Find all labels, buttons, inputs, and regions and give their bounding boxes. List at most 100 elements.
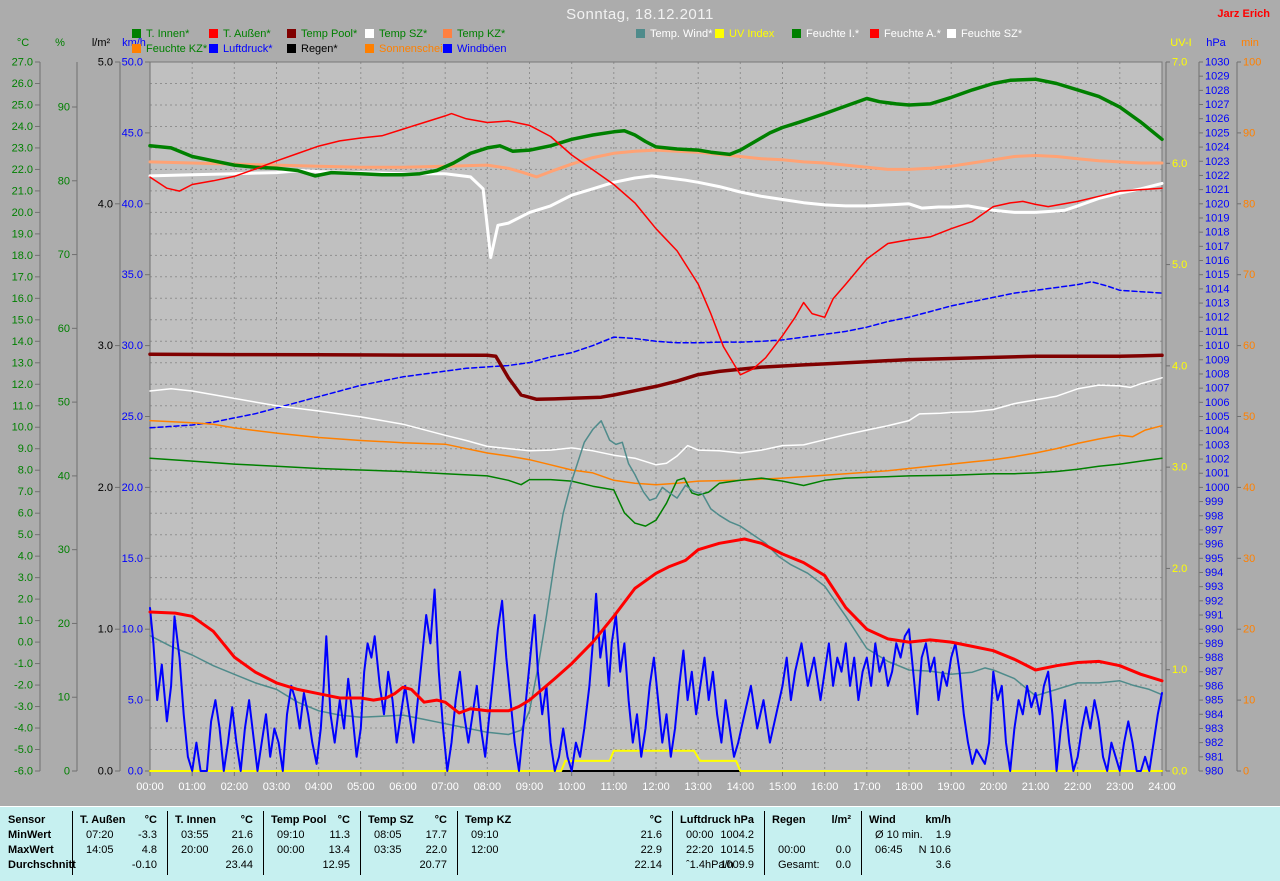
axis-label: 50.0	[122, 57, 143, 69]
legend-item-temp-wind-[interactable]: Temp. Wind*	[636, 28, 712, 40]
legend-item-temp-kz-[interactable]: Temp KZ*	[443, 28, 505, 40]
weather-chart: 27.0 26.0 25.0 24.0 23.0 22.0 21.0 20.0 19.0 18.0…	[12, 37, 1262, 793]
weather-day-view: Sonntag, 18.12.2011 Jarz Erich 27.0 26.0 2…	[0, 0, 1280, 881]
axis-label: 1022	[1205, 170, 1229, 182]
legend-item-feuchte-kz-[interactable]: Feuchte KZ*	[132, 43, 207, 55]
legend-item-regen-[interactable]: Regen*	[287, 43, 338, 55]
x-axis-label: 24:00	[1148, 781, 1176, 793]
axis-label: 999	[1205, 496, 1223, 508]
x-axis-label: 20:00	[980, 781, 1008, 793]
axis-label: 23.0	[12, 142, 33, 154]
axis-label: 35.0	[122, 269, 143, 281]
table-separator	[457, 811, 458, 875]
x-axis-label: 08:00	[474, 781, 502, 793]
axis-label: 13.0	[12, 357, 33, 369]
legend-swatch-icon	[209, 29, 218, 38]
legend-label: Feuchte I.*	[806, 27, 860, 40]
axis-label: 26.0	[12, 78, 33, 90]
axis-label: 1023	[1205, 156, 1229, 168]
table-cell: 1.9	[935, 829, 951, 841]
x-axis-label: 00:00	[136, 781, 164, 793]
legend-swatch-icon	[947, 29, 956, 38]
axis-label: 6.0	[18, 508, 33, 520]
table-separator	[764, 811, 765, 875]
axis-label: 1030	[1205, 57, 1229, 69]
axis-label: 100	[1243, 57, 1261, 69]
axis-label: 1019	[1205, 212, 1229, 224]
axis-label: 1.0	[18, 615, 33, 627]
axis-label: 1000	[1205, 482, 1229, 494]
axis-label: 1014	[1205, 283, 1229, 295]
axis-label: 11.0	[12, 400, 33, 412]
legend-item-luftdruck-[interactable]: Luftdruck*	[209, 43, 273, 55]
axis-label: 3.0	[1172, 462, 1187, 474]
table-col-unit: l/m²	[831, 814, 851, 826]
axis-label: 0	[64, 766, 70, 778]
table-separator	[263, 811, 264, 875]
axis-label: 9.0	[18, 443, 33, 455]
axis-label: 0.0	[1172, 766, 1187, 778]
table-cell: 21.6	[231, 829, 253, 841]
axis-label: 7.0	[1172, 57, 1187, 69]
axis-label: 1017	[1205, 241, 1229, 253]
table-cell: 20.77	[419, 859, 447, 871]
axis-label: 983	[1205, 723, 1223, 735]
legend-item-feuchte-a-[interactable]: Feuchte A.*	[870, 28, 941, 40]
x-axis-label: 19:00	[937, 781, 965, 793]
axis-label: 987	[1205, 666, 1223, 678]
legend-item-sonnenschein[interactable]: Sonnenschein	[365, 43, 449, 55]
axis-label: 1018	[1205, 227, 1229, 239]
legend-label: T. Außen*	[223, 27, 271, 40]
stats-table: Sensor MinWert MaxWert Durchschnitt T. Außen…	[0, 806, 1280, 881]
axis-label: 986	[1205, 680, 1223, 692]
legend-label: UV Index	[729, 27, 775, 40]
legend-label: Temp SZ*	[379, 27, 428, 40]
axis-uv: 7.0 6.0 5.0 4.0 3.0 2.0 1.0 0.0 UV-I	[1165, 37, 1192, 778]
legend-item-t-au-en-[interactable]: T. Außen*	[209, 27, 271, 40]
axis-label: 996	[1205, 539, 1223, 551]
table-cell: 26.0	[231, 844, 253, 856]
legend-item-uv-index[interactable]: UV Index	[715, 27, 775, 40]
table-row-label: MinWert	[8, 829, 52, 841]
legend-swatch-icon	[443, 44, 452, 53]
table-cell: N 10.6	[918, 844, 951, 856]
axis-label: 15.0	[12, 314, 33, 326]
axis-label: 1020	[1205, 198, 1229, 210]
axis-label: 1010	[1205, 340, 1229, 352]
axis-label: 45.0	[122, 127, 143, 139]
axis-min: 1009080706050403020100min	[1236, 37, 1261, 778]
axis-label: 20.0	[122, 482, 143, 494]
table-cell: 1014.5	[720, 844, 754, 856]
axis-label: 4.0	[1172, 360, 1187, 372]
x-axis-label: 21:00	[1022, 781, 1050, 793]
axis-percent: 90 80 70 60 50 40 30 20 10 0%	[55, 37, 78, 778]
x-axis-label: 02:00	[221, 781, 249, 793]
axis-label: 4.0	[98, 198, 113, 210]
legend-swatch-icon	[287, 44, 296, 53]
axis-label: 1007	[1205, 383, 1229, 395]
legend-label: T. Innen*	[146, 27, 190, 40]
axis-label: 1028	[1205, 85, 1229, 97]
legend-item-feuchte-sz-[interactable]: Feuchte SZ*	[947, 28, 1022, 40]
legend-swatch-icon	[132, 44, 141, 53]
x-axis-label: 23:00	[1106, 781, 1134, 793]
legend-item-temp-pool-[interactable]: Temp Pool*	[287, 28, 357, 40]
x-axis-label: 16:00	[811, 781, 839, 793]
axis-label: 70	[1243, 269, 1255, 281]
table-cell: 12.95	[322, 859, 350, 871]
axis-label: 21.0	[12, 185, 33, 197]
axis-unit-header: UV-I	[1170, 37, 1191, 49]
x-axis-label: 03:00	[263, 781, 291, 793]
legend-item-windb-en[interactable]: Windböen	[443, 43, 507, 55]
table-cell: 22.14	[634, 859, 662, 871]
x-axis-label: 01:00	[178, 781, 206, 793]
legend-item-t-innen-[interactable]: T. Innen*	[132, 27, 190, 40]
axis-label: 991	[1205, 610, 1223, 622]
axis-label: 1025	[1205, 127, 1229, 139]
axis-label: 60	[58, 323, 70, 335]
axis-label: 1001	[1205, 468, 1229, 480]
legend-item-temp-sz-[interactable]: Temp SZ*	[365, 27, 428, 40]
x-axis-label: 04:00	[305, 781, 333, 793]
legend-item-feuchte-i-[interactable]: Feuchte I.*	[792, 27, 860, 40]
table-cell: 23.44	[225, 859, 253, 871]
